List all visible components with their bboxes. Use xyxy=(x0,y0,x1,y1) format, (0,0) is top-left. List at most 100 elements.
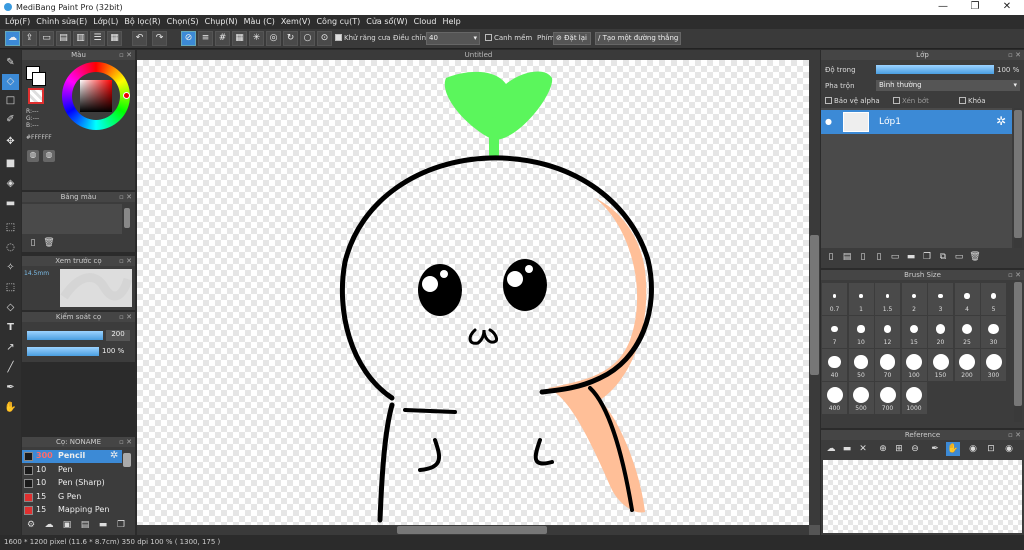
eye-icon[interactable]: ● xyxy=(825,117,832,126)
hue-wheel[interactable] xyxy=(62,62,130,130)
document-icon[interactable]: ▤ xyxy=(56,31,71,46)
brush-list-item[interactable]: 300 Pencil ✲ xyxy=(22,450,122,463)
new-8bit-layer-icon[interactable]: ▯ xyxy=(856,250,870,264)
brush-size-cell[interactable]: 7 xyxy=(822,316,847,348)
panel-close-icon[interactable]: ▫ ✕ xyxy=(119,192,132,202)
brush-size-cell[interactable]: 1 xyxy=(848,283,874,315)
zoom-out-icon[interactable]: ⊖ xyxy=(908,442,922,456)
straight-line-button[interactable]: / Tạo một đường thẳng xyxy=(595,32,681,45)
brush-size-cell[interactable]: 30 xyxy=(981,316,1006,348)
fit-window-icon[interactable]: ⊡ xyxy=(984,442,998,456)
hand-tool-icon[interactable]: ✋ xyxy=(2,400,19,416)
undo-icon[interactable]: ↶ xyxy=(132,31,147,46)
brush-folder-icon[interactable]: ▬ xyxy=(96,518,110,532)
select-tool-icon[interactable]: ⬚ xyxy=(2,220,19,236)
brush-size-cell[interactable]: 700 xyxy=(875,382,900,414)
layer-settings-icon[interactable]: ✲ xyxy=(996,114,1006,128)
brush-add-icon[interactable]: ⚙ xyxy=(24,518,38,532)
brush-size-cell[interactable]: 50 xyxy=(848,349,874,381)
close-button[interactable]: ✕ xyxy=(992,1,1022,12)
brush-size-cell[interactable]: 2 xyxy=(901,283,927,315)
blend-select[interactable]: Bình thường ▾ xyxy=(876,80,1020,91)
brush-size-cell[interactable]: 40 xyxy=(822,349,847,381)
curve-snap-icon[interactable]: ↻ xyxy=(283,31,298,46)
fill-rect-tool-icon[interactable]: ■ xyxy=(2,156,19,172)
brush-size-cell[interactable]: 20 xyxy=(928,316,953,348)
transparent-color-swatch[interactable] xyxy=(28,88,44,104)
select-eraser-tool-icon[interactable]: ◇ xyxy=(2,300,19,316)
brush-settings-icon[interactable]: ✲ xyxy=(110,450,118,461)
brush-size-cell[interactable]: 70 xyxy=(875,349,900,381)
layer-row[interactable]: ● Lớp1 ✲ xyxy=(821,110,1012,134)
brush-size-cell[interactable]: 25 xyxy=(954,316,980,348)
menu-layer[interactable]: Lớp(L) xyxy=(92,15,123,29)
menu-select[interactable]: Chọn(S) xyxy=(166,15,204,29)
bucket-tool-icon[interactable]: ◈ xyxy=(2,176,19,192)
brush-size-cell[interactable]: 15 xyxy=(901,316,927,348)
palette-swatch-area[interactable] xyxy=(22,204,122,234)
rotate-left-icon[interactable]: ◉ xyxy=(966,442,980,456)
list-icon[interactable]: ☰ xyxy=(90,31,105,46)
menu-view[interactable]: Xem(V) xyxy=(280,15,316,29)
brush-list-item[interactable]: 15 Mapping Pen xyxy=(22,504,122,517)
circle-snap-icon[interactable]: ◎ xyxy=(266,31,281,46)
parallel-snap-icon[interactable]: ≡ xyxy=(198,31,213,46)
new-1bit-layer-icon[interactable]: ▯ xyxy=(872,250,886,264)
brush-size-slider[interactable] xyxy=(27,331,103,340)
lock-checkbox[interactable]: Khóa xyxy=(959,97,986,105)
palette-alt-icon[interactable]: ◍ xyxy=(43,150,55,162)
new-palette-icon[interactable]: ▯ xyxy=(26,236,40,250)
grid-snap-icon[interactable]: ▦ xyxy=(232,31,247,46)
reference-cloud-icon[interactable]: ☁ xyxy=(824,442,838,456)
adjust-select[interactable]: 40 ▾ xyxy=(426,32,480,45)
divide-tool-icon[interactable]: ╱ xyxy=(2,360,19,376)
menu-window[interactable]: Cửa sổ(W) xyxy=(365,15,412,29)
brush-size-cell[interactable]: 200 xyxy=(954,349,980,381)
protect-alpha-checkbox[interactable]: Bảo vệ alpha xyxy=(825,97,880,105)
canvas-horizontal-scrollbar[interactable] xyxy=(137,525,809,535)
brush-copy-icon[interactable]: ❐ xyxy=(114,518,128,532)
panel-close-icon[interactable]: ▫ ✕ xyxy=(119,437,132,447)
panel-close-icon[interactable]: ▫ ✕ xyxy=(1008,430,1021,440)
radial-snap-icon[interactable]: ✳ xyxy=(249,31,264,46)
antialias-checkbox[interactable]: Khử răng cưa xyxy=(335,34,391,42)
panel-close-icon[interactable]: ▫ ✕ xyxy=(119,256,132,266)
panel-close-icon[interactable]: ▫ ✕ xyxy=(1008,270,1021,280)
saturation-square[interactable] xyxy=(80,80,112,112)
redo-icon[interactable]: ↷ xyxy=(152,31,167,46)
menu-color[interactable]: Màu (C) xyxy=(243,15,280,29)
menu-help[interactable]: Help xyxy=(441,15,465,29)
reference-close-icon[interactable]: ✕ xyxy=(856,442,870,456)
brush-size-cell[interactable]: 1.5 xyxy=(875,283,900,315)
brush-size-cell[interactable]: 12 xyxy=(875,316,900,348)
menu-edit[interactable]: Chỉnh sửa(E) xyxy=(35,15,92,29)
minimize-button[interactable]: — xyxy=(928,1,958,12)
reference-open-icon[interactable]: ▬ xyxy=(840,442,854,456)
brush-list-item[interactable]: 10 Pen (Sharp) xyxy=(22,477,122,490)
canvas-tab-title[interactable]: Untitled xyxy=(137,50,820,60)
brush-size-cell[interactable]: 3 xyxy=(928,283,953,315)
cloud-icon[interactable]: ☁ xyxy=(5,31,20,46)
brush-size-cell[interactable]: 5 xyxy=(981,283,1006,315)
brush-size-value[interactable]: 200 xyxy=(106,330,130,341)
merge-layer-icon[interactable]: ⧉ xyxy=(936,250,950,264)
brush-tool-icon[interactable]: ✎ xyxy=(2,55,19,71)
eraser-tool-icon[interactable]: ◇ xyxy=(2,74,19,90)
operation-tool-icon[interactable]: ↗ xyxy=(2,340,19,356)
fit-icon[interactable]: ⊞ xyxy=(892,442,906,456)
brush-size-cell[interactable]: 1000 xyxy=(901,382,927,414)
hand-icon[interactable]: ✋ xyxy=(946,442,960,456)
menu-snap[interactable]: Chụp(N) xyxy=(204,15,243,29)
panel-close-icon[interactable]: ▫ ✕ xyxy=(119,50,132,60)
perspective-snap-icon[interactable]: ⊙ xyxy=(317,31,332,46)
text-tool-icon[interactable]: T xyxy=(2,320,19,336)
layer-folder-icon[interactable]: ▬ xyxy=(904,250,918,264)
layer-delete-icon[interactable]: 🗑 xyxy=(968,250,982,264)
layer-opacity-slider[interactable] xyxy=(876,65,994,74)
palette-scrollbar[interactable] xyxy=(124,208,130,228)
brush-size-cell[interactable]: 500 xyxy=(848,382,874,414)
reference-viewport[interactable] xyxy=(823,460,1022,533)
reset-button[interactable]: ⊘ Đặt lại xyxy=(553,32,591,45)
lasso-tool-icon[interactable]: ◌ xyxy=(2,240,19,256)
brush-new-icon[interactable]: ▣ xyxy=(60,518,74,532)
